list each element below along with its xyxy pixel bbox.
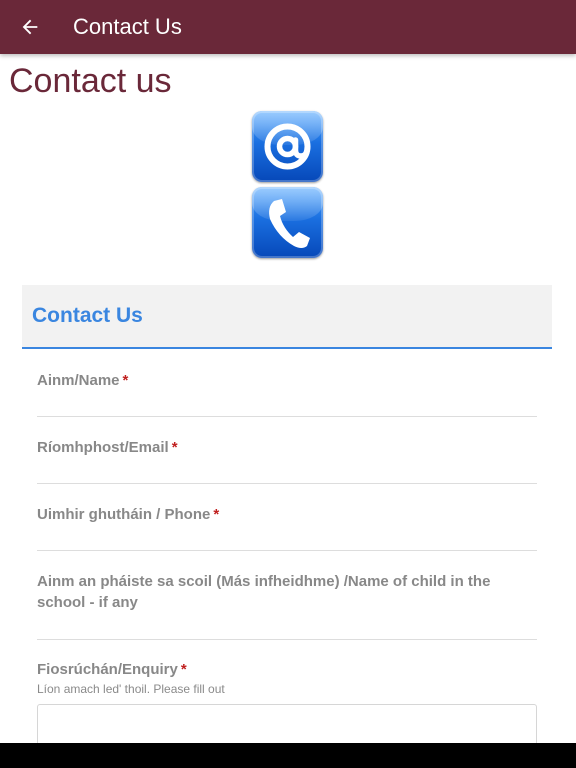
email-field-label: Ríomhphost/Email — [37, 439, 169, 456]
child-name-input-underline[interactable] — [37, 639, 537, 640]
name-field[interactable]: Ainm/Name * — [37, 370, 537, 417]
contact-form: Contact Us Ainm/Name * Ríomhphost/Email * … — [22, 285, 552, 764]
email-input-underline[interactable] — [37, 483, 537, 484]
required-marker: * — [122, 372, 129, 389]
app-bar-title: Contact Us — [73, 14, 182, 39]
form-title: Contact Us — [32, 304, 143, 327]
phone-field-label: Uimhir ghutháin / Phone — [37, 506, 211, 523]
required-marker: * — [180, 661, 187, 678]
page-title: Contact us — [9, 62, 172, 100]
phone-input-underline[interactable] — [37, 550, 537, 551]
enquiry-field-label: Fiosrúchán/Enquiry — [37, 661, 178, 678]
at-sign-icon — [264, 123, 311, 170]
email-icon-button[interactable] — [252, 111, 323, 182]
required-marker: * — [213, 506, 220, 523]
phone-field[interactable]: Uimhir ghutháin / Phone * — [37, 504, 537, 551]
enquiry-field[interactable]: Fiosrúchán/Enquiry * Líon amach led' thoi… — [37, 659, 537, 764]
email-field[interactable]: Ríomhphost/Email * — [37, 437, 537, 484]
phone-handset-icon — [269, 199, 310, 248]
child-name-field[interactable]: Ainm an pháiste sa scoil (Más infheidhme… — [37, 571, 537, 640]
app-bar: Contact Us — [0, 0, 576, 54]
back-button[interactable] — [0, 0, 60, 54]
enquiry-help-text: Líon amach led' thoil. Please fill out — [37, 682, 225, 696]
form-header: Contact Us — [22, 285, 552, 349]
system-navigation-bar — [0, 743, 576, 768]
name-input-underline[interactable] — [37, 416, 537, 417]
required-marker: * — [171, 439, 178, 456]
phone-icon-button[interactable] — [252, 187, 323, 258]
back-arrow-icon — [22, 19, 38, 35]
child-name-field-label: Ainm an pháiste sa scoil (Más infheidhme… — [37, 573, 491, 611]
name-field-label: Ainm/Name — [37, 372, 120, 389]
